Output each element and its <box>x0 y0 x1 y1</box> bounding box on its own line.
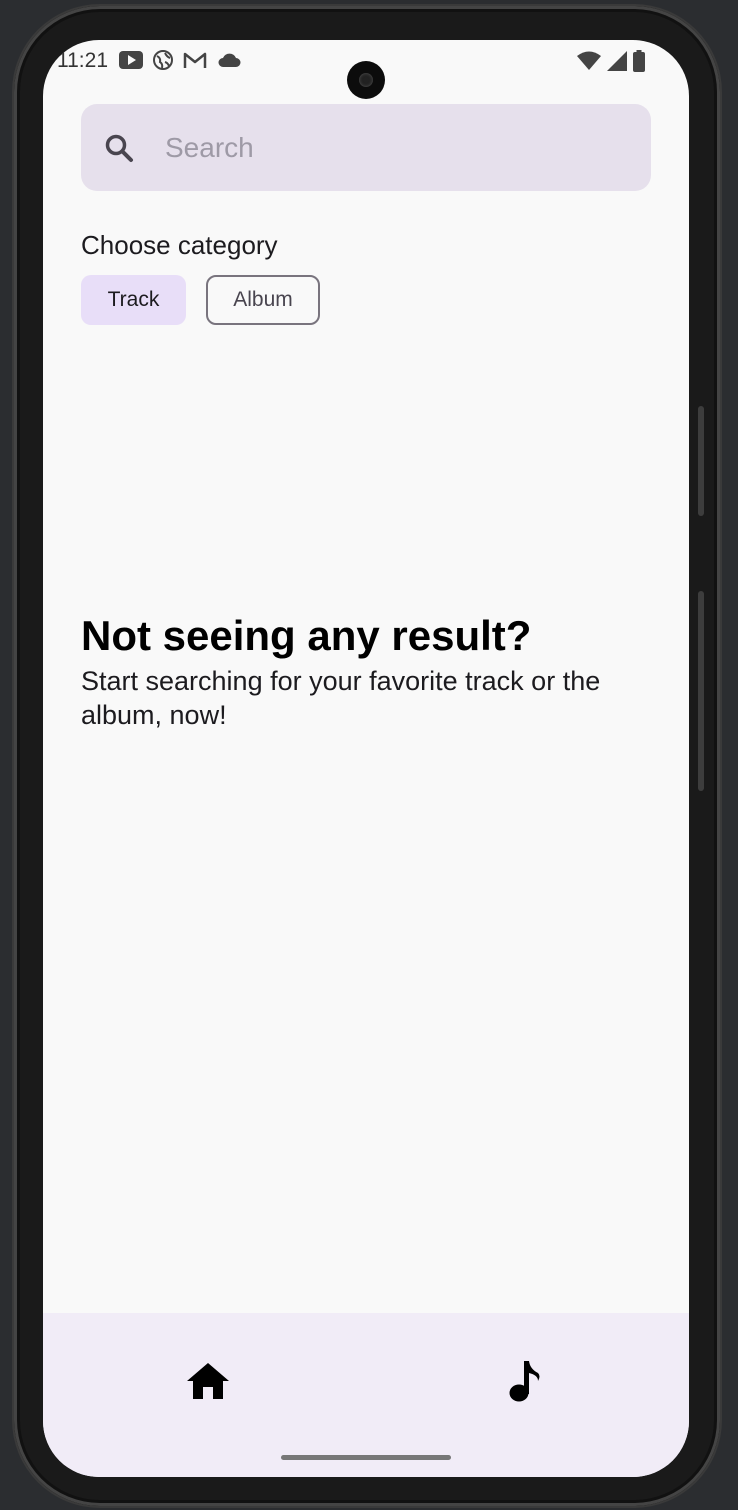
empty-state-title: Not seeing any result? <box>81 612 532 659</box>
empty-state-subtitle: Start searching for your favorite track … <box>81 666 601 730</box>
system-icons <box>577 50 645 77</box>
gesture-home-indicator[interactable] <box>281 1455 451 1460</box>
power-button <box>698 406 704 516</box>
volume-button <box>698 591 704 791</box>
search-input[interactable] <box>163 130 607 165</box>
category-chips: Track Album <box>81 275 320 325</box>
chip-track[interactable]: Track <box>81 275 186 325</box>
search-bar[interactable] <box>81 104 651 191</box>
youtube-icon <box>119 51 143 74</box>
chip-album[interactable]: Album <box>206 275 320 325</box>
notification-icons <box>119 50 241 75</box>
nav-home[interactable] <box>183 1358 233 1408</box>
globe-icon <box>153 50 173 75</box>
signal-icon <box>607 51 627 76</box>
gmail-icon <box>183 51 207 74</box>
category-label: Choose category <box>81 230 278 260</box>
cloud-icon <box>217 52 241 73</box>
search-icon[interactable] <box>103 132 135 164</box>
status-time: 11:21 <box>57 49 108 72</box>
battery-icon <box>633 50 645 77</box>
nav-music[interactable] <box>500 1358 550 1408</box>
bottom-navigation <box>43 1313 689 1477</box>
app-screen: 11:21 Search Choose category Track Album… <box>43 40 689 1477</box>
home-icon <box>186 1361 230 1406</box>
music-note-icon <box>508 1359 542 1408</box>
wifi-icon <box>577 51 601 76</box>
camera-cutout <box>347 61 385 99</box>
status-bar: 11:21 <box>43 40 689 99</box>
